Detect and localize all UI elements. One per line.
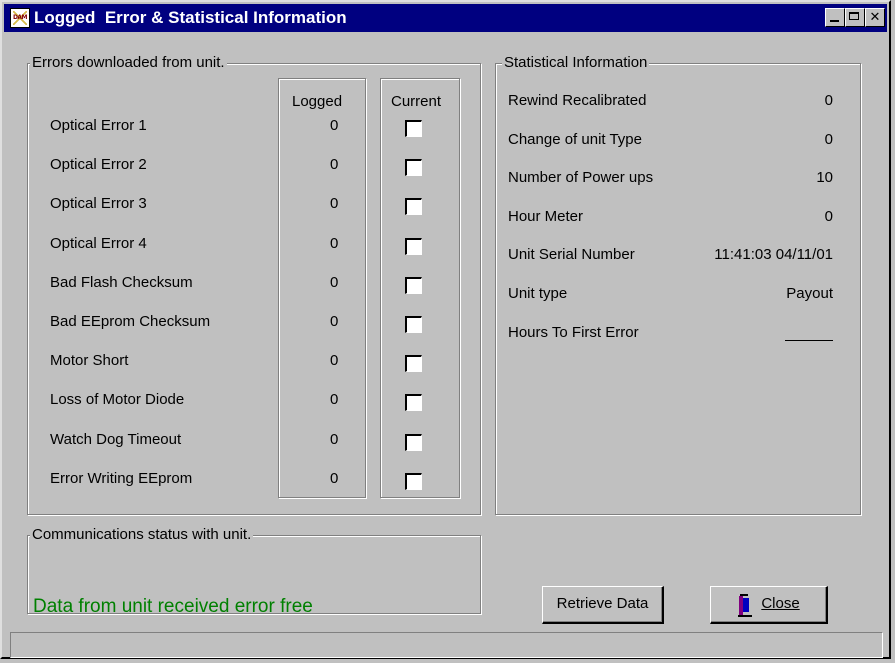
close-window-button[interactable]: ✕ <box>865 8 885 27</box>
close-button-label: Close <box>761 595 800 612</box>
title-bar[interactable]: DAM Logged Error & Statistical Informati… <box>4 4 887 32</box>
stat-label: Hours To First Error <box>508 324 639 341</box>
error-current-checkbox[interactable] <box>405 198 422 215</box>
error-logged-count: 0 <box>330 470 339 487</box>
error-logged-count: 0 <box>330 156 339 173</box>
error-logged-count: 0 <box>330 391 339 408</box>
stat-value: 0 <box>824 92 833 109</box>
status-bar <box>10 632 883 658</box>
error-current-checkbox[interactable] <box>405 394 422 411</box>
error-current-checkbox[interactable] <box>405 238 422 255</box>
close-button[interactable]: Close <box>710 586 828 624</box>
error-logged-count: 0 <box>330 313 339 330</box>
minimize-button[interactable] <box>825 8 845 27</box>
stat-value: 11:41:03 04/11/01 <box>714 246 833 263</box>
stat-value: Payout <box>786 285 833 302</box>
stat-label: Number of Power ups <box>508 169 654 186</box>
statistics-group-label: Statistical Information <box>502 54 650 71</box>
door-exit-icon <box>738 594 752 617</box>
stat-label: Hour Meter <box>508 208 584 225</box>
error-logged-count: 0 <box>330 235 339 252</box>
error-name: Bad EEprom Checksum <box>50 313 211 330</box>
error-name: Optical Error 4 <box>50 235 147 252</box>
logged-column-box <box>278 78 366 498</box>
window-title: Logged Error & Statistical Information <box>34 8 347 27</box>
current-column-header: Current <box>391 93 442 110</box>
error-logged-count: 0 <box>330 117 339 134</box>
app-logo-icon[interactable]: DAM <box>10 8 30 28</box>
error-current-checkbox[interactable] <box>405 434 422 451</box>
close-x-icon: ✕ <box>869 10 881 25</box>
stat-label: Change of unit Type <box>508 131 642 148</box>
error-name: Motor Short <box>50 352 129 369</box>
error-name: Bad Flash Checksum <box>50 274 193 291</box>
stat-value: 0 <box>824 208 833 225</box>
errors-group-label: Errors downloaded from unit. <box>30 54 227 71</box>
minimize-icon <box>830 20 839 22</box>
error-name: Optical Error 3 <box>50 195 147 212</box>
maximize-icon <box>849 12 859 20</box>
stat-label: Rewind Recalibrated <box>508 92 647 109</box>
stat-label: Unit Serial Number <box>508 246 635 263</box>
error-logged-count: 0 <box>330 352 339 369</box>
error-logged-count: 0 <box>330 274 339 291</box>
error-current-checkbox[interactable] <box>405 355 422 372</box>
error-current-checkbox[interactable] <box>405 120 422 137</box>
logged-column-header: Logged <box>292 93 343 110</box>
stat-value: 10 <box>816 169 833 186</box>
communications-group-label: Communications status with unit. <box>30 526 254 543</box>
error-name: Optical Error 2 <box>50 156 147 173</box>
error-current-checkbox[interactable] <box>405 277 422 294</box>
stat-label: Unit type <box>508 285 568 302</box>
error-current-checkbox[interactable] <box>405 473 422 490</box>
retrieve-data-button[interactable]: Retrieve Data <box>542 586 664 624</box>
retrieve-data-label: Retrieve Data <box>556 595 649 612</box>
maximize-button[interactable] <box>845 8 865 27</box>
error-name: Optical Error 1 <box>50 117 147 134</box>
stat-empty-value <box>785 340 833 341</box>
error-current-checkbox[interactable] <box>405 159 422 176</box>
error-logged-count: 0 <box>330 431 339 448</box>
communications-status-text: Data from unit received error free <box>33 596 313 617</box>
error-name: Loss of Motor Diode <box>50 391 185 408</box>
stat-value: 0 <box>824 131 833 148</box>
error-current-checkbox[interactable] <box>405 316 422 333</box>
error-name: Watch Dog Timeout <box>50 431 182 448</box>
error-logged-count: 0 <box>330 195 339 212</box>
error-name: Error Writing EEprom <box>50 470 193 487</box>
